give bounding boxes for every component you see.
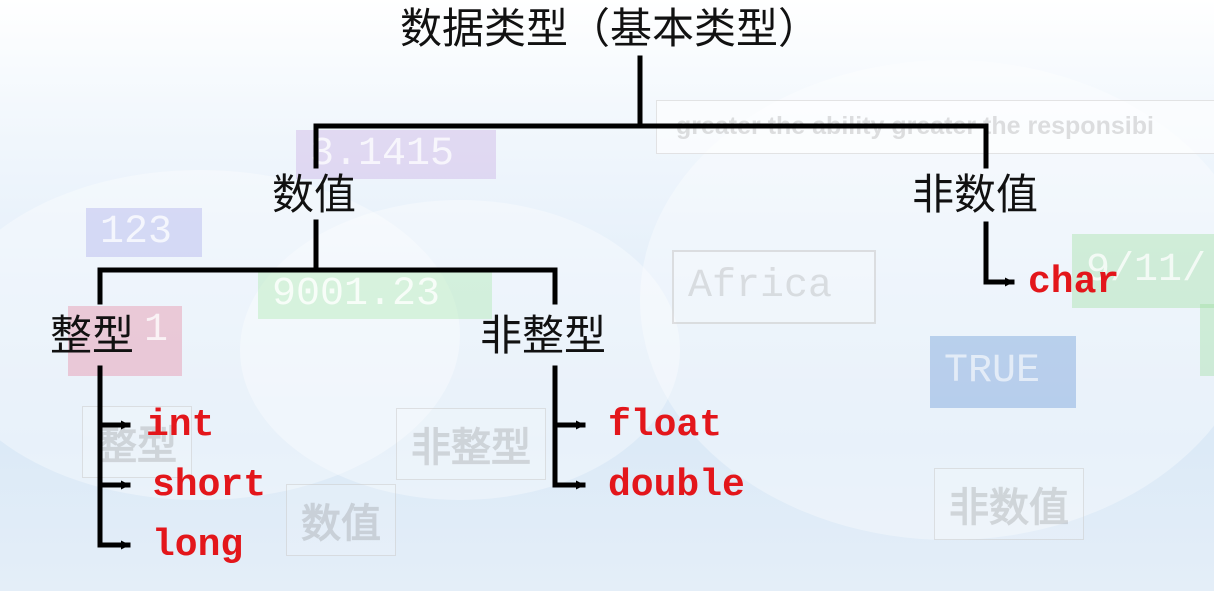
node-non-integer: 非整型 [480, 311, 607, 360]
node-integer: 整型 [50, 311, 135, 360]
root-node-data-types: 数据类型（基本类型） [400, 4, 821, 53]
leaf-float: float [608, 404, 723, 447]
node-numeric: 数值 [272, 170, 357, 219]
leaf-long: long [152, 524, 244, 567]
node-non-numeric: 非数值 [912, 170, 1039, 219]
leaf-int: int [146, 404, 215, 447]
leaf-double: double [608, 464, 745, 507]
leaf-char: char [1028, 261, 1120, 304]
leaf-short: short [152, 464, 267, 507]
